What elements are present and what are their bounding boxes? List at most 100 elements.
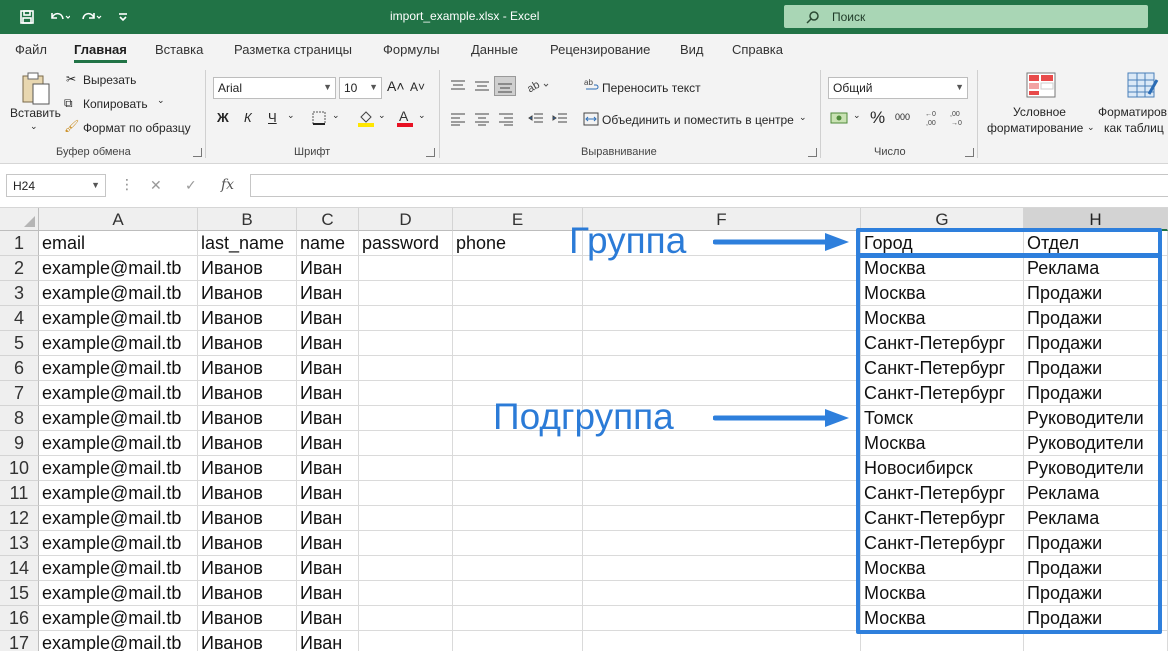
accounting-format-icon[interactable] xyxy=(830,110,850,126)
font-color-dropdown-icon[interactable]: ⌄ xyxy=(418,110,426,121)
formula-input[interactable] xyxy=(250,174,1168,197)
format-as-table-line2[interactable]: как таблиц xyxy=(1104,121,1164,135)
conditional-formatting-line1[interactable]: Условное xyxy=(1013,105,1066,119)
orientation-icon[interactable]: ab xyxy=(528,78,550,94)
cell-a5[interactable]: example@mail.tb xyxy=(39,331,198,356)
cell-f17[interactable] xyxy=(583,631,861,651)
cell-c9[interactable]: Иван xyxy=(297,431,359,456)
conditional-formatting-line2[interactable]: форматирование xyxy=(987,121,1083,135)
tab-review[interactable]: Рецензирование xyxy=(550,42,650,57)
align-top-icon[interactable] xyxy=(450,79,466,93)
cell-f11[interactable] xyxy=(583,481,861,506)
cell-a11[interactable]: example@mail.tb xyxy=(39,481,198,506)
row-header[interactable]: 16 xyxy=(0,606,39,631)
cell-d12[interactable] xyxy=(359,506,453,531)
name-box[interactable]: H24 ▼ xyxy=(6,174,106,197)
cell-d3[interactable] xyxy=(359,281,453,306)
cell-c4[interactable]: Иван xyxy=(297,306,359,331)
cell-e5[interactable] xyxy=(453,331,583,356)
cell-c1[interactable]: name xyxy=(297,231,359,256)
cell-b1[interactable]: last_name xyxy=(198,231,297,256)
cell-e14[interactable] xyxy=(453,556,583,581)
cell-a4[interactable]: example@mail.tb xyxy=(39,306,198,331)
cell-f6[interactable] xyxy=(583,356,861,381)
cell-c13[interactable]: Иван xyxy=(297,531,359,556)
cell-b6[interactable]: Иванов xyxy=(198,356,297,381)
cell-d13[interactable] xyxy=(359,531,453,556)
format-as-table-icon[interactable] xyxy=(1127,72,1159,100)
cell-c11[interactable]: Иван xyxy=(297,481,359,506)
row-header[interactable]: 4 xyxy=(0,306,39,331)
cell-f15[interactable] xyxy=(583,581,861,606)
cell-b7[interactable]: Иванов xyxy=(198,381,297,406)
cell-a8[interactable]: example@mail.tb xyxy=(39,406,198,431)
cell-c17[interactable]: Иван xyxy=(297,631,359,651)
cell-f4[interactable] xyxy=(583,306,861,331)
column-header[interactable]: E xyxy=(453,208,583,231)
cell-a15[interactable]: example@mail.tb xyxy=(39,581,198,606)
cell-b9[interactable]: Иванов xyxy=(198,431,297,456)
cell-d4[interactable] xyxy=(359,306,453,331)
row-header[interactable]: 7 xyxy=(0,381,39,406)
cell-f5[interactable] xyxy=(583,331,861,356)
column-header[interactable]: C xyxy=(297,208,359,231)
cell-f14[interactable] xyxy=(583,556,861,581)
cell-a2[interactable]: example@mail.tb xyxy=(39,256,198,281)
redo-icon[interactable] xyxy=(76,6,106,28)
cell-a10[interactable]: example@mail.tb xyxy=(39,456,198,481)
row-header[interactable]: 2 xyxy=(0,256,39,281)
copy-dropdown-icon[interactable]: ⌄ xyxy=(157,95,165,106)
clipboard-launcher-icon[interactable] xyxy=(193,148,202,157)
undo-icon[interactable] xyxy=(44,6,74,28)
cell-f13[interactable] xyxy=(583,531,861,556)
paste-icon[interactable] xyxy=(20,72,52,106)
cell-f12[interactable] xyxy=(583,506,861,531)
cell-f10[interactable] xyxy=(583,456,861,481)
cell-e15[interactable] xyxy=(453,581,583,606)
increase-indent-icon[interactable] xyxy=(552,112,568,126)
cell-c10[interactable]: Иван xyxy=(297,456,359,481)
customize-qat-icon[interactable] xyxy=(108,6,138,28)
paste-button[interactable]: Вставить xyxy=(10,106,61,120)
format-as-table-line1[interactable]: Форматиров xyxy=(1098,105,1167,119)
cell-b8[interactable]: Иванов xyxy=(198,406,297,431)
tab-view[interactable]: Вид xyxy=(680,42,704,57)
merge-center-button[interactable]: Объединить и поместить в центре xyxy=(602,113,794,127)
cell-d7[interactable] xyxy=(359,381,453,406)
row-header[interactable]: 5 xyxy=(0,331,39,356)
formula-bar-grip-icon[interactable]: ⋮ xyxy=(120,176,135,193)
tab-home[interactable]: Главная xyxy=(74,42,127,63)
cell-e6[interactable] xyxy=(453,356,583,381)
cell-d10[interactable] xyxy=(359,456,453,481)
font-size-combo[interactable]: 10 ▼ xyxy=(339,77,382,99)
decrease-decimal-icon[interactable]: ,00 →0 xyxy=(950,108,968,128)
tab-file[interactable]: Файл xyxy=(15,42,47,57)
cell-d6[interactable] xyxy=(359,356,453,381)
cell-e10[interactable] xyxy=(453,456,583,481)
tab-help[interactable]: Справка xyxy=(732,42,783,57)
format-painter-button[interactable]: Формат по образцу xyxy=(83,121,191,135)
column-header[interactable]: D xyxy=(359,208,453,231)
cut-icon[interactable]: ✂ xyxy=(66,72,76,86)
cell-e16[interactable] xyxy=(453,606,583,631)
cell-c15[interactable]: Иван xyxy=(297,581,359,606)
cell-a12[interactable]: example@mail.tb xyxy=(39,506,198,531)
cell-b13[interactable]: Иванов xyxy=(198,531,297,556)
cell-c16[interactable]: Иван xyxy=(297,606,359,631)
row-header[interactable]: 11 xyxy=(0,481,39,506)
row-header[interactable]: 6 xyxy=(0,356,39,381)
comma-style-icon[interactable]: 000 xyxy=(895,112,910,122)
tab-insert[interactable]: Вставка xyxy=(155,42,203,57)
cell-b11[interactable]: Иванов xyxy=(198,481,297,506)
column-header[interactable]: B xyxy=(198,208,297,231)
row-header[interactable]: 13 xyxy=(0,531,39,556)
cell-b10[interactable]: Иванов xyxy=(198,456,297,481)
font-launcher-icon[interactable] xyxy=(426,148,435,157)
cell-a9[interactable]: example@mail.tb xyxy=(39,431,198,456)
row-header[interactable]: 8 xyxy=(0,406,39,431)
cell-d11[interactable] xyxy=(359,481,453,506)
cell-c5[interactable]: Иван xyxy=(297,331,359,356)
borders-dropdown-icon[interactable]: ⌄ xyxy=(332,110,340,121)
font-color-icon[interactable]: A xyxy=(396,108,414,128)
cell-c3[interactable]: Иван xyxy=(297,281,359,306)
